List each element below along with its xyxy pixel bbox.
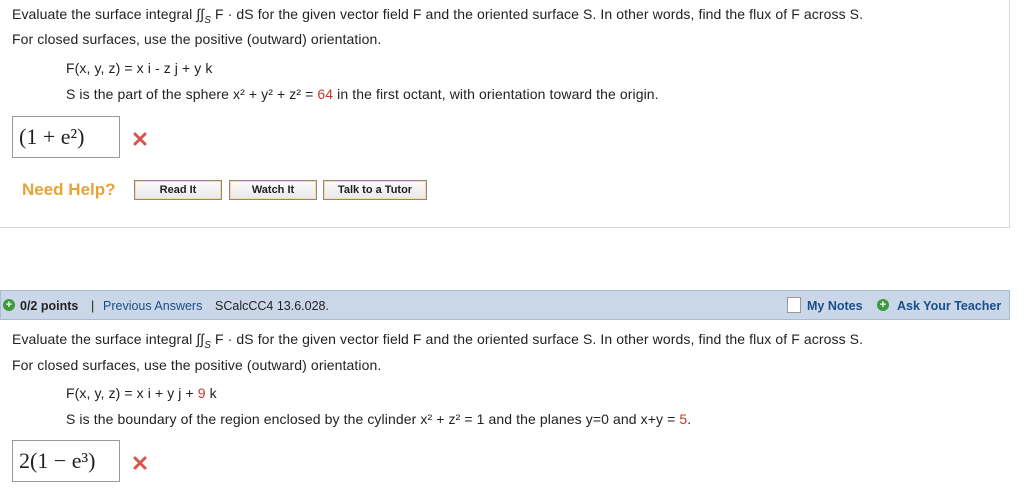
q1-surface-text: S is the part of the sphere x² + y² + z²… xyxy=(66,86,318,102)
q1-radius-value: 64 xyxy=(317,86,334,102)
q2-field-value: 9 xyxy=(197,385,206,401)
q2-intro-text-2: F · dS for the given vector field F and … xyxy=(211,331,864,347)
watch-it-button[interactable]: Watch It xyxy=(229,180,317,200)
q2-surface-text-2: . xyxy=(687,411,692,427)
q2-surface-text: S is the boundary of the region enclosed… xyxy=(66,411,680,427)
q1-intro-text-2: F · dS for the given vector field F and … xyxy=(211,6,864,22)
q1-intro-text: Evaluate the surface integral xyxy=(12,6,197,22)
integral-subscript: S xyxy=(204,14,211,26)
problem-code: SCalcCC4 13.6.028. xyxy=(215,299,329,313)
q1-surface: S is the part of the sphere x² + y² + z²… xyxy=(66,86,659,102)
talk-to-tutor-button[interactable]: Talk to a Tutor xyxy=(323,180,427,200)
separator: | xyxy=(91,299,95,313)
q1-intro-line-2: For closed surfaces, use the positive (o… xyxy=(12,31,382,47)
q2-field-text: F(x, y, z) = x i + y j + xyxy=(66,385,198,401)
question-2-header-bar: + 0/2 points | Previous Answers SCalcCC4… xyxy=(0,290,1010,320)
need-help-label: Need Help? xyxy=(22,180,116,199)
q2-surface: S is the boundary of the region enclosed… xyxy=(66,411,691,427)
notes-icon xyxy=(787,297,801,313)
ask-your-teacher-link[interactable]: Ask Your Teacher xyxy=(897,299,1001,313)
integral-subscript: S xyxy=(204,339,211,351)
q2-answer-field[interactable]: 2(1 − e³) xyxy=(12,440,120,482)
q1-intro-line-1: Evaluate the surface integral ∫∫S F · dS… xyxy=(12,6,863,26)
q2-vector-field: F(x, y, z) = x i + y j + 9 k xyxy=(66,385,217,401)
wrong-x-icon xyxy=(133,456,147,470)
q2-intro-line-2: For closed surfaces, use the positive (o… xyxy=(12,357,382,373)
q1-answer-field[interactable]: (1 + e²) xyxy=(12,116,120,158)
q1-vector-field: F(x, y, z) = x i - z j + y k xyxy=(66,60,213,76)
q2-intro-line-1: Evaluate the surface integral ∫∫S F · dS… xyxy=(12,331,863,351)
question-1-panel: Evaluate the surface integral ∫∫S F · dS… xyxy=(0,0,1010,228)
wrong-x-icon xyxy=(133,132,147,146)
previous-answers-link[interactable]: Previous Answers xyxy=(103,299,202,313)
q2-field-text-2: k xyxy=(205,385,217,401)
points-label: 0/2 points xyxy=(20,299,79,313)
my-notes-link[interactable]: My Notes xyxy=(807,299,863,313)
q1-surface-text-2: in the first octant, with orientation to… xyxy=(333,86,659,102)
q2-intro-text: Evaluate the surface integral xyxy=(12,331,197,347)
expand-plus-icon[interactable]: + xyxy=(3,299,15,311)
ask-teacher-plus-icon: + xyxy=(877,299,889,311)
read-it-button[interactable]: Read It xyxy=(134,180,222,200)
